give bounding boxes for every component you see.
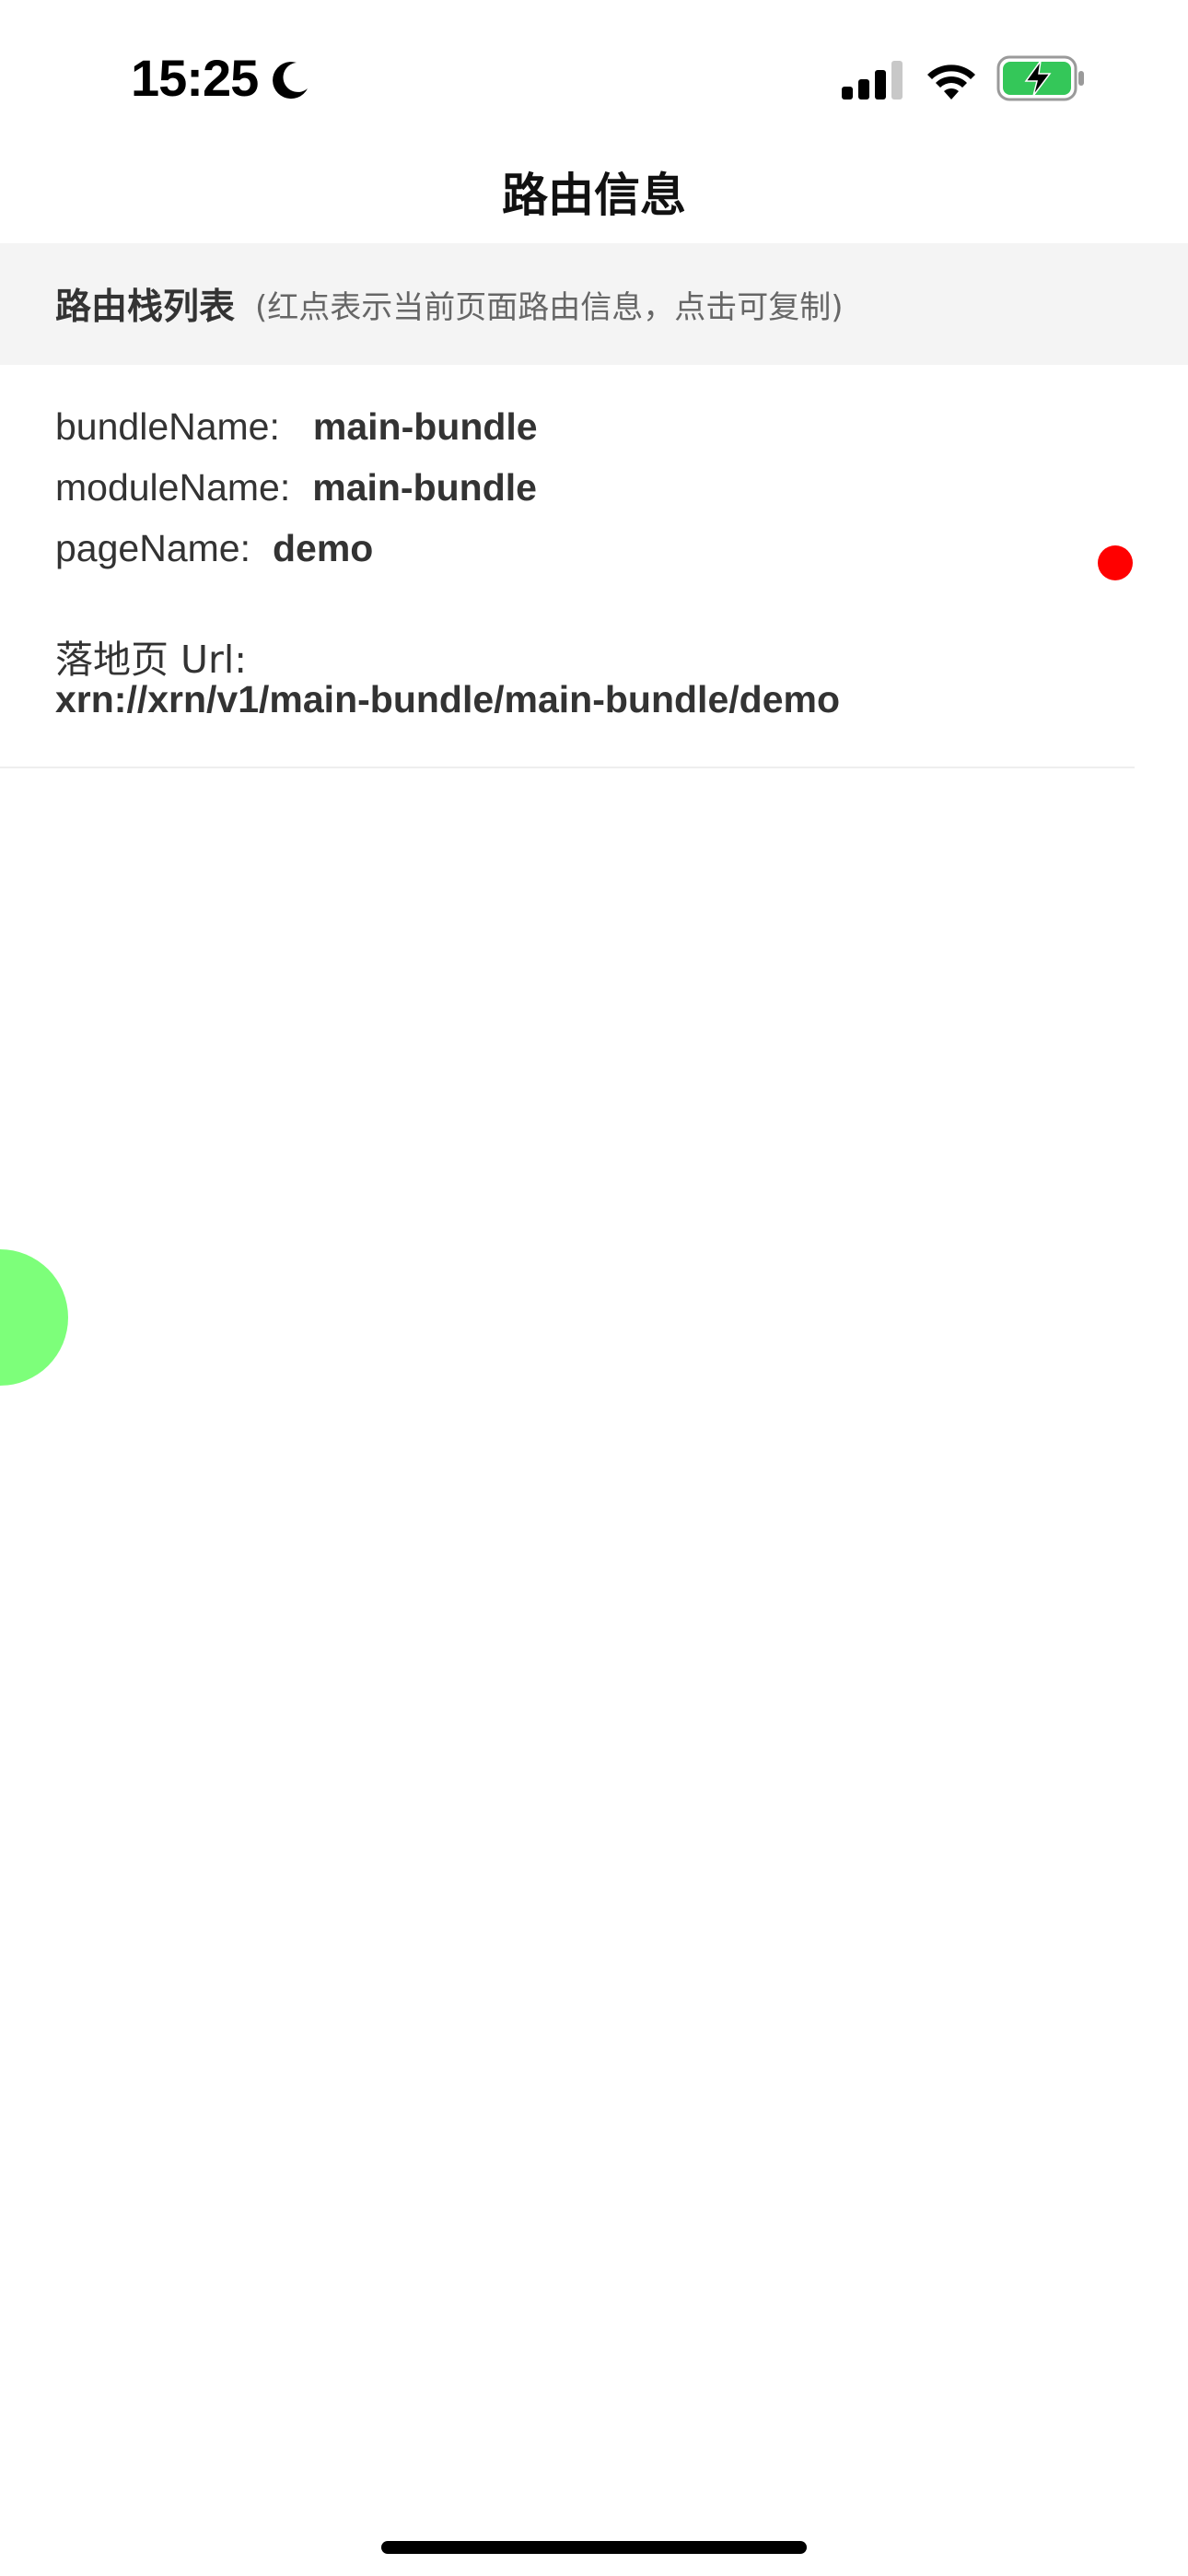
bundle-name-row: bundleName: main-bundle — [55, 405, 538, 449]
home-indicator[interactable] — [381, 2541, 807, 2554]
bundle-name-value: main-bundle — [312, 405, 538, 448]
page-name-value: demo — [272, 527, 374, 569]
screen: 15:25 路由信息 路由栈列表 (红点表示当前页面路由信息，点击可复制) bu… — [0, 0, 1188, 2576]
status-time: 15:25 — [131, 49, 259, 107]
bundle-name-label: bundleName: — [55, 405, 280, 448]
wifi-icon — [927, 64, 975, 100]
route-stack-header: 路由栈列表 (红点表示当前页面路由信息，点击可复制) — [0, 243, 1188, 365]
page-title: 路由信息 — [502, 169, 686, 222]
page-name-row: pageName: demo — [55, 527, 373, 570]
route-stack-title: 路由栈列表 — [55, 287, 236, 328]
module-name-label: moduleName: — [55, 466, 291, 509]
route-item[interactable]: bundleName: main-bundle moduleName: main-b… — [0, 365, 1135, 768]
page-name-label: pageName: — [55, 527, 250, 569]
route-stack-hint: (红点表示当前页面路由信息，点击可复制) — [255, 288, 844, 326]
battery-charging-icon — [996, 55, 1084, 101]
signal-icon — [842, 61, 903, 100]
moon-icon — [273, 62, 308, 100]
floating-debug-button[interactable] — [0, 1249, 68, 1386]
module-name-row: moduleName: main-bundle — [55, 466, 537, 509]
landing-url-value: xrn://xrn/v1/main-bundle/main-bundle/dem… — [55, 678, 840, 720]
landing-url-label: 落地页 Url: — [55, 638, 248, 682]
module-name-value: main-bundle — [312, 466, 537, 509]
status-bar: 15:25 — [0, 0, 1188, 138]
current-route-indicator — [1098, 545, 1133, 580]
